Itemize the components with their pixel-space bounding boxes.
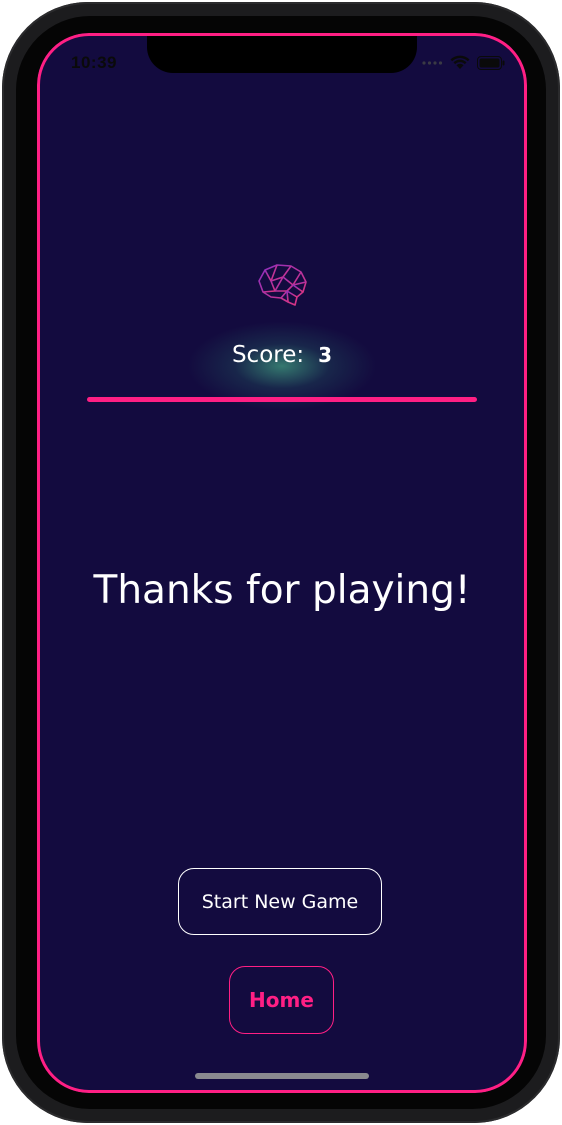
score-label: Score: — [231, 342, 305, 368]
score-display: Score: 3 — [37, 341, 527, 369]
cellular-dots-icon — [421, 60, 443, 66]
thanks-message: Thanks for playing! — [93, 568, 471, 613]
home-indicator[interactable] — [195, 1073, 369, 1079]
home-button[interactable]: Home — [229, 966, 334, 1034]
wifi-icon — [450, 55, 470, 70]
header-divider — [87, 397, 477, 402]
brain-icon — [253, 261, 311, 309]
battery-icon — [477, 55, 505, 70]
status-icons — [421, 55, 505, 70]
start-new-game-button[interactable]: Start New Game — [178, 868, 382, 935]
score-value: 3 — [318, 343, 333, 367]
notch — [147, 33, 417, 73]
status-time: 10:39 — [71, 53, 117, 72]
app-screen: 10:39 Score: 3 Thanks for playing! Start… — [37, 33, 527, 1093]
